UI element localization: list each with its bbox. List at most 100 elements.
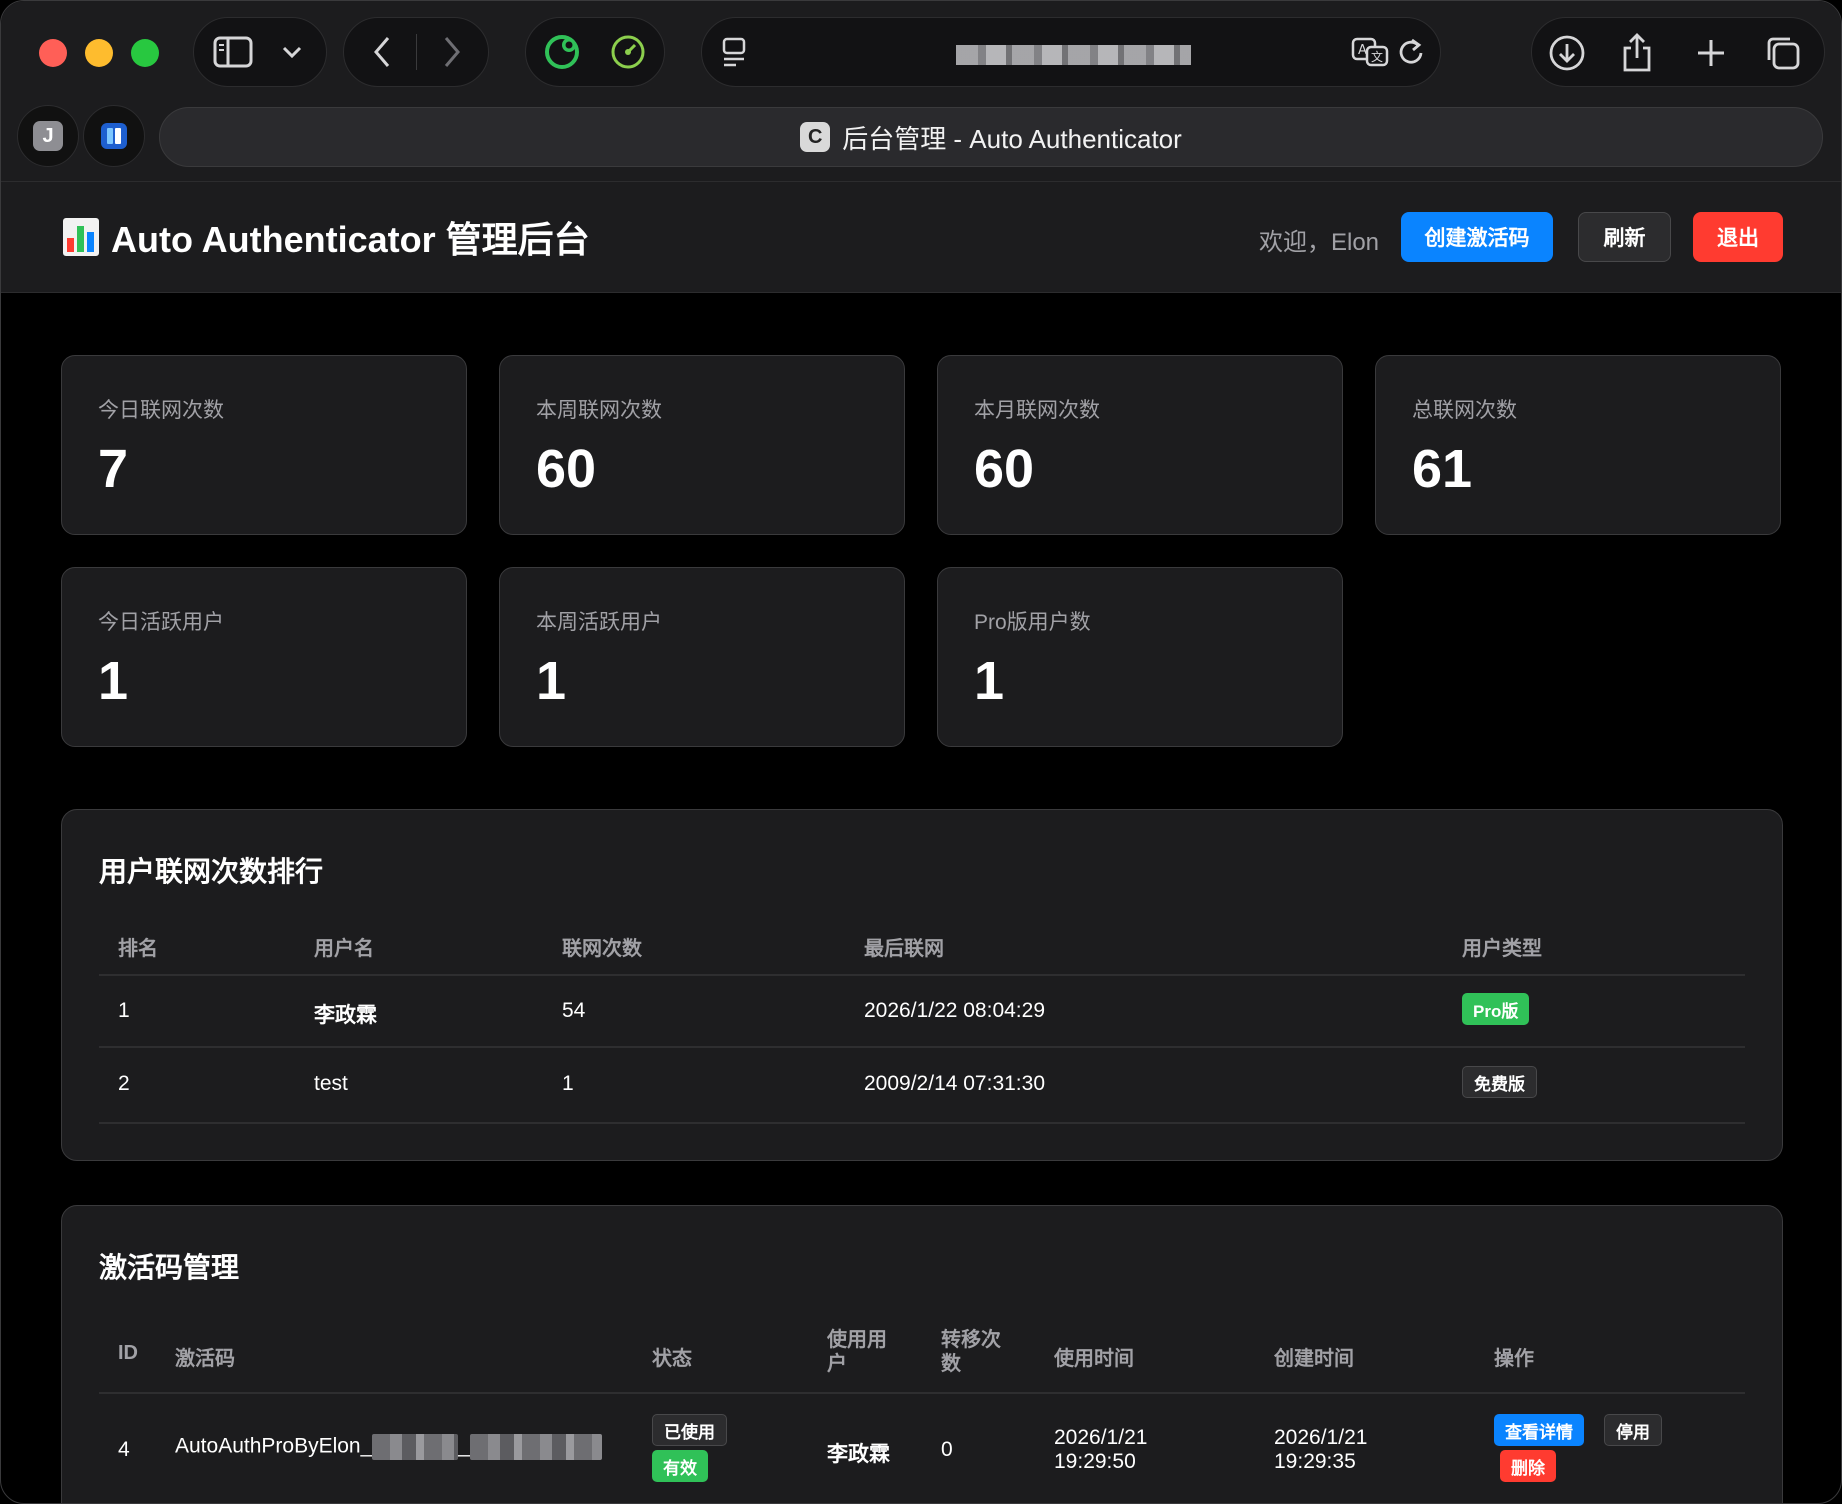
pinned-tab-j[interactable]: J — [17, 105, 79, 167]
transfers-cell: 0 — [941, 1438, 953, 1461]
stat-value: 60 — [974, 439, 1035, 499]
extension-power-icon[interactable] — [540, 30, 584, 74]
share-icon[interactable] — [1616, 30, 1658, 74]
stat-label: 总联网次数 — [1412, 399, 1517, 422]
page-menu-icon[interactable] — [716, 34, 752, 70]
count-cell: 1 — [562, 1072, 574, 1095]
refresh-button[interactable]: 刷新 — [1578, 212, 1671, 262]
used-time-cell: 2026/1/21 19:29:50 — [1054, 1426, 1147, 1474]
new-tab-icon[interactable] — [1690, 32, 1732, 74]
codes-title: 激活码管理 — [99, 1252, 240, 1283]
tab-overview-icon[interactable] — [1762, 32, 1804, 74]
status-used-badge: 已使用 — [652, 1414, 727, 1446]
id-cell: 4 — [118, 1438, 130, 1461]
stat-card-month-connections: 本月联网次数 60 — [937, 355, 1343, 535]
ranking-title: 用户联网次数排行 — [99, 856, 324, 887]
delete-button[interactable]: 删除 — [1500, 1450, 1556, 1482]
user-cell: 李政霖 — [827, 1443, 890, 1466]
ranking-panel: 用户联网次数排行 排名 用户名 联网次数 最后联网 用户类型 1 李政霖 54 … — [61, 809, 1783, 1161]
rank-cell: 2 — [118, 1072, 130, 1095]
created-time-cell: 2026/1/21 19:29:35 — [1274, 1426, 1367, 1474]
col-last: 最后联网 — [864, 938, 944, 960]
sidebar-toggle-group — [193, 17, 327, 87]
pinned-tab-app[interactable] — [83, 105, 145, 167]
col-used-time: 使用时间 — [1054, 1348, 1134, 1370]
used-date: 2026/1/21 — [1054, 1426, 1148, 1449]
divider — [99, 974, 1745, 976]
col-status: 状态 — [652, 1348, 692, 1370]
code-cell: AutoAuthProByElon_ _ — [175, 1434, 602, 1460]
col-code: 激活码 — [175, 1348, 235, 1370]
stat-label: 本周联网次数 — [536, 399, 662, 422]
sidebar-icon[interactable] — [212, 32, 254, 72]
tab-favicon-icon: C — [800, 122, 831, 152]
rank-cell: 1 — [118, 999, 130, 1022]
svg-text:A: A — [1358, 43, 1367, 58]
translate-icon[interactable]: A文 — [1350, 34, 1390, 70]
username-cell: 李政霖 — [314, 1004, 377, 1027]
browser-toolbar: A文 J C 后台管理 - Auto Authenticator — [1, 1, 1841, 182]
col-rank: 排名 — [118, 938, 158, 960]
page-title: Auto Authenticator 管理后台 — [111, 219, 590, 260]
active-tab[interactable]: C 后台管理 - Auto Authenticator — [159, 107, 1823, 167]
logout-button[interactable]: 退出 — [1693, 212, 1783, 262]
stat-card-today-connections: 今日联网次数 7 — [61, 355, 467, 535]
stat-card-week-connections: 本周联网次数 60 — [499, 355, 905, 535]
svg-text:文: 文 — [1371, 49, 1383, 64]
minimize-window-button[interactable] — [85, 39, 113, 67]
back-arrow-icon[interactable] — [362, 32, 402, 72]
stat-card-pro-users: Pro版用户数 1 — [937, 567, 1343, 747]
col-type: 用户类型 — [1462, 938, 1542, 960]
stat-label: 本周活跃用户 — [536, 611, 662, 634]
last-cell: 2009/2/14 07:31:30 — [864, 1072, 1046, 1095]
stat-label: 今日联网次数 — [98, 399, 224, 422]
col-count: 联网次数 — [562, 938, 642, 960]
disable-button[interactable]: 停用 — [1604, 1414, 1662, 1446]
username-cell: test — [314, 1072, 348, 1095]
stat-label: Pro版用户数 — [974, 611, 1091, 634]
pinned-tab-j-icon: J — [33, 121, 63, 151]
col-user: 使用用户 — [827, 1329, 887, 1375]
toolbar-actions-group — [1531, 17, 1825, 87]
browser-window: A文 J C 后台管理 - Auto Authenticator Auto Au… — [0, 0, 1842, 1504]
stat-value: 61 — [1412, 439, 1473, 499]
stat-label: 今日活跃用户 — [98, 611, 224, 634]
extension-speed-icon[interactable] — [606, 30, 650, 74]
status-valid-badge: 有效 — [652, 1450, 708, 1482]
download-icon[interactable] — [1546, 32, 1588, 74]
stat-value: 60 — [536, 439, 597, 499]
create-code-button[interactable]: 创建激活码 — [1401, 212, 1553, 262]
activation-code-panel: 激活码管理 ID 激活码 状态 使用用户 转移次数 使用时间 创建时间 操作 4… — [61, 1205, 1783, 1503]
divider — [99, 1046, 1745, 1048]
code-separator: _ — [458, 1434, 470, 1458]
stat-card-week-active-users: 本周活跃用户 1 — [499, 567, 905, 747]
divider — [99, 1392, 1745, 1394]
reload-icon[interactable] — [1394, 34, 1430, 70]
extensions-group — [525, 17, 665, 87]
forward-arrow-icon[interactable] — [432, 32, 472, 72]
url-text-redacted — [956, 45, 1191, 65]
stat-value: 7 — [98, 439, 129, 499]
code-prefix: AutoAuthProByElon_ — [175, 1434, 373, 1458]
view-details-button[interactable]: 查看详情 — [1494, 1414, 1584, 1446]
stat-value: 1 — [98, 651, 129, 711]
last-cell: 2026/1/22 08:04:29 — [864, 999, 1046, 1022]
zoom-window-button[interactable] — [131, 39, 159, 67]
count-cell: 54 — [562, 999, 586, 1022]
stat-card-total-connections: 总联网次数 61 — [1375, 355, 1781, 535]
app-header: Auto Authenticator 管理后台 欢迎，Elon 创建激活码 刷新… — [1, 182, 1841, 293]
stat-value: 1 — [974, 651, 1005, 711]
col-username: 用户名 — [314, 938, 374, 960]
close-window-button[interactable] — [39, 39, 67, 67]
code-redacted — [469, 1434, 602, 1460]
stat-card-today-active-users: 今日活跃用户 1 — [61, 567, 467, 747]
created-date: 2026/1/21 — [1274, 1426, 1368, 1449]
stat-label: 本月联网次数 — [974, 399, 1100, 422]
col-transfers: 转移次数 — [941, 1329, 1001, 1375]
code-redacted — [372, 1434, 459, 1460]
welcome-text: 欢迎，Elon — [1259, 229, 1380, 256]
created-time: 19:29:35 — [1274, 1450, 1356, 1473]
chevron-down-icon[interactable] — [274, 34, 310, 70]
user-type-badge: 免费版 — [1462, 1066, 1537, 1098]
used-time: 19:29:50 — [1054, 1450, 1136, 1473]
